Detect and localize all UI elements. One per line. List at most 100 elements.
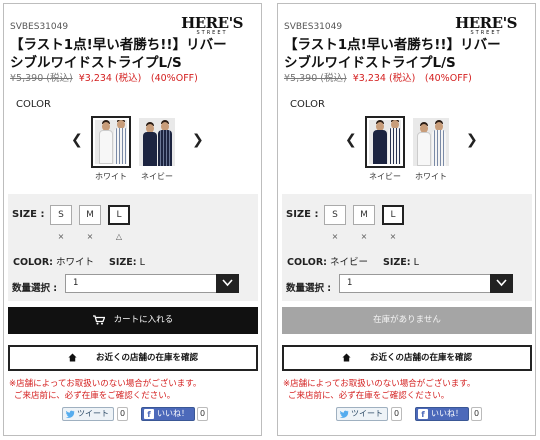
facebook-icon: f xyxy=(144,409,154,419)
home-icon xyxy=(342,353,351,362)
like-count: 0 xyxy=(471,407,483,421)
summary-color-label: COLOR: xyxy=(287,257,327,268)
chevron-left-icon[interactable]: ❮ xyxy=(71,132,83,148)
out-of-stock-label: 在庫がありません xyxy=(373,315,441,325)
product-photo-navy xyxy=(139,118,175,166)
title-line-1: 【ラスト1点!早い者勝ち!!】リバー xyxy=(10,37,227,53)
product-photo-navy xyxy=(369,120,401,164)
summary-size-label: SIZE: xyxy=(383,257,411,268)
quantity-label: 数量選択 : xyxy=(12,283,58,294)
add-to-cart-button[interactable]: カートに入れる xyxy=(8,307,258,334)
tweet-label: ツイート xyxy=(77,409,109,418)
quantity-label: 数量選択 : xyxy=(286,283,332,294)
summary-size-value: L xyxy=(139,257,145,268)
product-panel-white: SVBES31049 HERE'S STREET 【ラスト1点!早い者勝ち!!】… xyxy=(3,3,262,436)
size-button-s[interactable]: S xyxy=(324,205,346,225)
logo-main-text: HERE'S xyxy=(181,14,243,32)
stock-indicator-l: △ xyxy=(115,232,123,241)
quantity-select[interactable]: 1 xyxy=(65,274,239,293)
like-count: 0 xyxy=(197,407,209,421)
facebook-like-button[interactable]: f いいね！ xyxy=(415,407,469,421)
product-photo-white xyxy=(413,118,449,166)
out-of-stock-button: 在庫がありません xyxy=(282,307,532,334)
color-swatch-white[interactable] xyxy=(411,116,451,168)
twitter-bird-icon xyxy=(66,410,75,418)
like-label: いいね！ xyxy=(431,409,463,418)
size-label: SIZE : xyxy=(12,209,45,220)
color-swatch-white[interactable] xyxy=(91,116,131,168)
product-title: 【ラスト1点!早い者勝ち!!】リバー シブルワイドストライプL/S xyxy=(284,36,524,72)
notice-line-1: ※店舗によってお取扱いのない場合がございます。 xyxy=(9,379,202,389)
size-button-l[interactable]: L xyxy=(382,205,404,225)
store-notice: ※店舗によってお取扱いのない場合がございます。 ご来店前に、必ず在庫をご確認くだ… xyxy=(283,378,475,402)
store-notice: ※店舗によってお取扱いのない場合がございます。 ご来店前に、必ず在庫をご確認くだ… xyxy=(9,378,201,402)
like-label: いいね！ xyxy=(157,409,189,418)
summary-color-label: COLOR: xyxy=(13,257,53,268)
product-title: 【ラスト1点!早い者勝ち!!】リバー シブルワイドストライプL/S xyxy=(10,36,250,72)
size-button-m[interactable]: M xyxy=(353,205,375,225)
product-panel-navy: SVBES31049 HERE'S STREET 【ラスト1点!早い者勝ち!!】… xyxy=(277,3,536,436)
swatch-name-1: ネイビー xyxy=(369,172,401,181)
tweet-button[interactable]: ツイート xyxy=(336,407,388,421)
notice-line-2: ご来店前に、必ず在庫をご確認ください。 xyxy=(288,391,450,401)
chevron-down-icon[interactable] xyxy=(216,274,239,293)
chevron-down-icon[interactable] xyxy=(490,274,513,293)
summary-size-label: SIZE: xyxy=(109,257,137,268)
color-swatch-navy[interactable] xyxy=(137,116,177,168)
swatch-name-2: ネイビー xyxy=(141,172,173,181)
summary-color-value: ホワイト xyxy=(55,257,94,268)
quantity-value: 1 xyxy=(73,278,79,288)
selection-summary: COLOR: ホワイト SIZE: L xyxy=(13,254,145,268)
twitter-bird-icon xyxy=(340,410,349,418)
stock-indicator-l: × xyxy=(389,232,397,241)
selection-summary: COLOR: ネイビー SIZE: L xyxy=(287,254,419,268)
home-icon xyxy=(68,353,77,362)
check-store-stock-label: お近くの店舗の在庫を確認 xyxy=(369,353,472,363)
facebook-like-button[interactable]: f いいね！ xyxy=(141,407,195,421)
swatch-name-2: ホワイト xyxy=(415,172,447,181)
sale-price: ¥3,234 (税込) (40%OFF) xyxy=(352,73,472,84)
product-sku: SVBES31049 xyxy=(284,22,343,32)
original-price: ¥5,390 (税込) xyxy=(10,73,73,84)
price-line: ¥5,390 (税込) ¥3,234 (税込) (40%OFF) xyxy=(284,70,472,84)
tweet-count: 0 xyxy=(391,407,403,421)
stock-indicator-m: × xyxy=(360,232,368,241)
price-line: ¥5,390 (税込) ¥3,234 (税込) (40%OFF) xyxy=(10,70,198,84)
tweet-count: 0 xyxy=(117,407,129,421)
stock-indicator-s: × xyxy=(331,232,339,241)
product-sku: SVBES31049 xyxy=(10,22,69,32)
stock-indicator-s: × xyxy=(57,232,65,241)
notice-line-1: ※店舗によってお取扱いのない場合がございます。 xyxy=(283,379,476,389)
chevron-right-icon[interactable]: ❯ xyxy=(466,132,478,148)
check-store-stock-button[interactable]: お近くの店舗の在庫を確認 xyxy=(282,345,532,371)
quantity-value: 1 xyxy=(347,278,353,288)
cart-icon xyxy=(92,314,105,325)
notice-line-2: ご来店前に、必ず在庫をご確認ください。 xyxy=(14,391,176,401)
tweet-label: ツイート xyxy=(351,409,383,418)
size-button-m[interactable]: M xyxy=(79,205,101,225)
facebook-icon: f xyxy=(418,409,428,419)
original-price: ¥5,390 (税込) xyxy=(284,73,347,84)
chevron-left-icon[interactable]: ❮ xyxy=(345,132,357,148)
color-section-label: COLOR xyxy=(290,99,325,110)
size-label: SIZE : xyxy=(286,209,319,220)
check-store-stock-button[interactable]: お近くの店舗の在庫を確認 xyxy=(8,345,258,371)
color-swatch-navy[interactable] xyxy=(365,116,405,168)
size-button-s[interactable]: S xyxy=(50,205,72,225)
brand-logo[interactable]: HERE'S STREET xyxy=(455,14,517,37)
add-to-cart-label: カートに入れる xyxy=(113,315,174,325)
color-section-label: COLOR xyxy=(16,99,51,110)
size-button-l[interactable]: L xyxy=(108,205,130,225)
quantity-select[interactable]: 1 xyxy=(339,274,513,293)
chevron-right-icon[interactable]: ❯ xyxy=(192,132,204,148)
stock-indicator-m: × xyxy=(86,232,94,241)
summary-color-value: ネイビー xyxy=(329,257,368,268)
brand-logo[interactable]: HERE'S STREET xyxy=(181,14,243,37)
sale-price: ¥3,234 (税込) (40%OFF) xyxy=(78,73,198,84)
title-line-1: 【ラスト1点!早い者勝ち!!】リバー xyxy=(284,37,501,53)
check-store-stock-label: お近くの店舗の在庫を確認 xyxy=(95,353,198,363)
tweet-button[interactable]: ツイート xyxy=(62,407,114,421)
logo-main-text: HERE'S xyxy=(455,14,517,32)
product-photo-white xyxy=(95,120,127,164)
summary-size-value: L xyxy=(413,257,419,268)
